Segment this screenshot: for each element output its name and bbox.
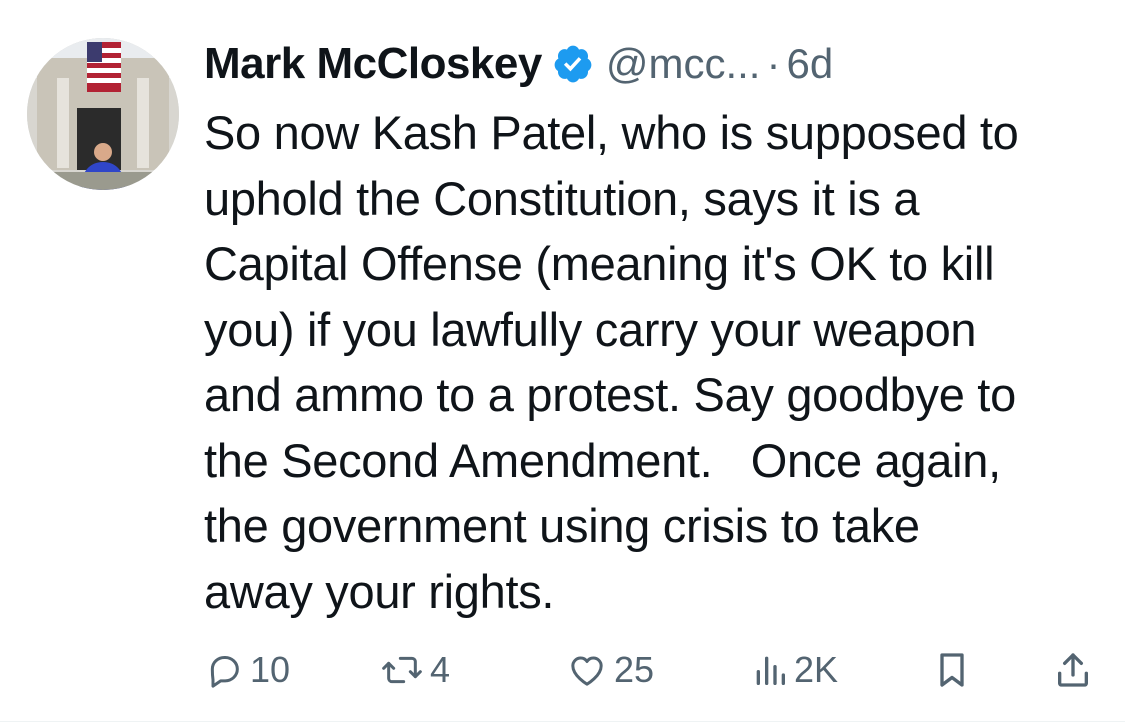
header-separator: · [766, 40, 781, 87]
share-button[interactable] [1054, 642, 1092, 698]
repost-icon [380, 650, 424, 690]
tweet-actions: 10 4 25 2K [204, 642, 1094, 698]
author-handle[interactable]: @mcc... [606, 40, 761, 88]
tweet-divider [0, 721, 1125, 722]
author-display-name[interactable]: Mark McCloskey [204, 39, 542, 89]
tweet-header: Mark McCloskey @mcc... · 6d [204, 34, 833, 94]
views-chart-icon [752, 650, 788, 690]
share-icon [1054, 650, 1092, 690]
like-button[interactable]: 25 [566, 642, 654, 698]
tweet-timestamp[interactable]: 6d [786, 40, 833, 88]
bookmark-icon [934, 650, 970, 690]
tweet-text: So now Kash Patel, who is supposed to up… [204, 106, 1019, 618]
verified-badge-icon [552, 43, 594, 85]
reply-count: 10 [250, 649, 291, 690]
bookmark-button[interactable] [934, 642, 970, 698]
avatar-photo [27, 38, 179, 190]
reply-button[interactable]: 10 [204, 642, 290, 698]
tweet[interactable]: Mark McCloskey @mcc... · 6d So now Kash … [0, 0, 1125, 724]
author-avatar[interactable] [27, 38, 179, 190]
views-count: 2K [794, 649, 839, 690]
heart-icon [566, 650, 608, 690]
like-count: 25 [614, 649, 655, 690]
reply-icon [204, 650, 244, 690]
repost-button[interactable]: 4 [380, 642, 450, 698]
views-button[interactable]: 2K [752, 642, 838, 698]
repost-count: 4 [430, 649, 451, 690]
